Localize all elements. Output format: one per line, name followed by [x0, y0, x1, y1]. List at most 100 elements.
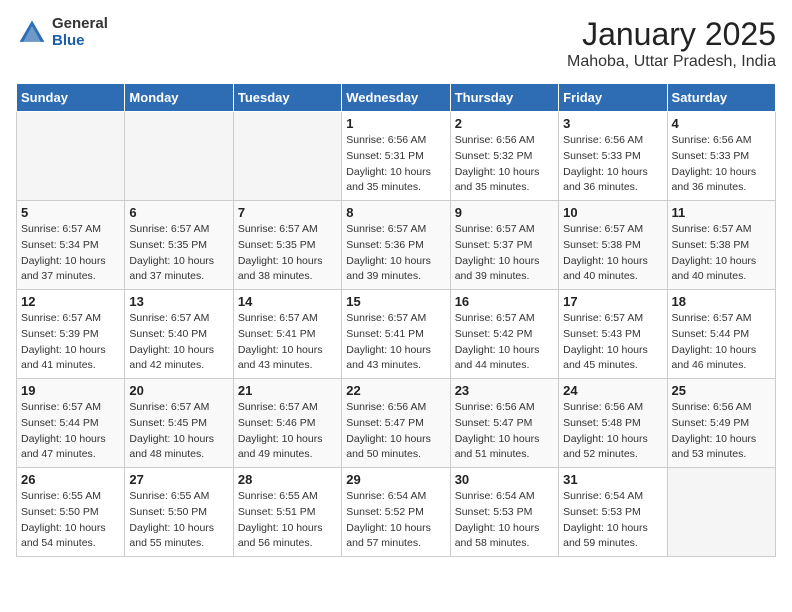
day-number: 12 — [21, 294, 120, 309]
calendar-cell: 9Sunrise: 6:57 AMSunset: 5:37 PMDaylight… — [450, 201, 558, 290]
location-title: Mahoba, Uttar Pradesh, India — [567, 53, 776, 71]
calendar-cell — [667, 468, 775, 557]
day-info: Sunrise: 6:57 AMSunset: 5:34 PMDaylight:… — [21, 222, 120, 285]
day-number: 28 — [238, 472, 337, 487]
day-number: 19 — [21, 383, 120, 398]
calendar-cell: 27Sunrise: 6:55 AMSunset: 5:50 PMDayligh… — [125, 468, 233, 557]
calendar-week-row: 26 Sunrise: 6:55 AMSunset: 5:50 PMDayligh… — [17, 468, 776, 557]
calendar-week-row: 12 Sunrise: 6:57 AMSunset: 5:39 PMDayligh… — [17, 290, 776, 379]
day-info: Sunrise: 6:54 AMSunset: 5:53 PMDaylight:… — [563, 489, 662, 552]
day-number: 2 — [455, 116, 554, 131]
day-info: Sunrise: 6:54 AMSunset: 5:52 PMDaylight:… — [346, 489, 445, 552]
calendar-cell: 15 Sunrise: 6:57 AMSunset: 5:41 PMDayligh… — [342, 290, 450, 379]
month-title: January 2025 — [567, 16, 776, 53]
day-info: Sunrise: 6:57 AMSunset: 5:41 PMDaylight:… — [346, 311, 445, 374]
calendar-cell: 8 Sunrise: 6:57 AMSunset: 5:36 PMDaylight… — [342, 201, 450, 290]
calendar-cell: 31Sunrise: 6:54 AMSunset: 5:53 PMDayligh… — [559, 468, 667, 557]
day-info: Sunrise: 6:55 AMSunset: 5:50 PMDaylight:… — [21, 489, 120, 552]
calendar-cell: 10 Sunrise: 6:57 AMSunset: 5:38 PMDayligh… — [559, 201, 667, 290]
day-info: Sunrise: 6:55 AMSunset: 5:51 PMDaylight:… — [238, 489, 337, 552]
calendar-cell: 12 Sunrise: 6:57 AMSunset: 5:39 PMDayligh… — [17, 290, 125, 379]
day-number: 26 — [21, 472, 120, 487]
calendar-week-row: 5 Sunrise: 6:57 AMSunset: 5:34 PMDaylight… — [17, 201, 776, 290]
weekday-row: SundayMondayTuesdayWednesdayThursdayFrid… — [17, 84, 776, 112]
day-number: 22 — [346, 383, 445, 398]
title-block: January 2025 Mahoba, Uttar Pradesh, Indi… — [567, 16, 776, 71]
calendar-cell: 19 Sunrise: 6:57 AMSunset: 5:44 PMDayligh… — [17, 379, 125, 468]
weekday-header: Sunday — [17, 84, 125, 112]
day-info: Sunrise: 6:55 AMSunset: 5:50 PMDaylight:… — [129, 489, 228, 552]
day-number: 24 — [563, 383, 662, 398]
day-number: 21 — [238, 383, 337, 398]
day-info: Sunrise: 6:56 AMSunset: 5:33 PMDaylight:… — [672, 133, 771, 196]
day-info: Sunrise: 6:54 AMSunset: 5:53 PMDaylight:… — [455, 489, 554, 552]
day-info: Sunrise: 6:56 AMSunset: 5:47 PMDaylight:… — [346, 400, 445, 463]
day-info: Sunrise: 6:56 AMSunset: 5:31 PMDaylight:… — [346, 133, 445, 196]
calendar-cell: 22 Sunrise: 6:56 AMSunset: 5:47 PMDayligh… — [342, 379, 450, 468]
day-info: Sunrise: 6:57 AMSunset: 5:41 PMDaylight:… — [238, 311, 337, 374]
weekday-header: Wednesday — [342, 84, 450, 112]
day-info: Sunrise: 6:57 AMSunset: 5:36 PMDaylight:… — [346, 222, 445, 285]
day-number: 17 — [563, 294, 662, 309]
day-info: Sunrise: 6:56 AMSunset: 5:47 PMDaylight:… — [455, 400, 554, 463]
day-number: 10 — [563, 205, 662, 220]
day-info: Sunrise: 6:56 AMSunset: 5:32 PMDaylight:… — [455, 133, 554, 196]
calendar-cell — [233, 112, 341, 201]
calendar-cell — [125, 112, 233, 201]
calendar-cell: 2 Sunrise: 6:56 AMSunset: 5:32 PMDaylight… — [450, 112, 558, 201]
day-info: Sunrise: 6:56 AMSunset: 5:33 PMDaylight:… — [563, 133, 662, 196]
day-number: 15 — [346, 294, 445, 309]
logo: General Blue — [16, 16, 108, 49]
calendar-cell: 5 Sunrise: 6:57 AMSunset: 5:34 PMDaylight… — [17, 201, 125, 290]
calendar-table: SundayMondayTuesdayWednesdayThursdayFrid… — [16, 83, 776, 557]
weekday-header: Tuesday — [233, 84, 341, 112]
calendar-cell: 6Sunrise: 6:57 AMSunset: 5:35 PMDaylight… — [125, 201, 233, 290]
day-number: 8 — [346, 205, 445, 220]
calendar-cell — [17, 112, 125, 201]
calendar-cell: 17 Sunrise: 6:57 AMSunset: 5:43 PMDayligh… — [559, 290, 667, 379]
day-info: Sunrise: 6:57 AMSunset: 5:46 PMDaylight:… — [238, 400, 337, 463]
day-info: Sunrise: 6:57 AMSunset: 5:38 PMDaylight:… — [563, 222, 662, 285]
calendar-week-row: 1 Sunrise: 6:56 AMSunset: 5:31 PMDaylight… — [17, 112, 776, 201]
calendar-cell: 23Sunrise: 6:56 AMSunset: 5:47 PMDayligh… — [450, 379, 558, 468]
day-info: Sunrise: 6:57 AMSunset: 5:40 PMDaylight:… — [129, 311, 228, 374]
calendar-cell: 16Sunrise: 6:57 AMSunset: 5:42 PMDayligh… — [450, 290, 558, 379]
day-info: Sunrise: 6:57 AMSunset: 5:37 PMDaylight:… — [455, 222, 554, 285]
calendar-cell: 20Sunrise: 6:57 AMSunset: 5:45 PMDayligh… — [125, 379, 233, 468]
logo-icon — [16, 17, 48, 49]
calendar-cell: 21 Sunrise: 6:57 AMSunset: 5:46 PMDayligh… — [233, 379, 341, 468]
calendar-cell: 28 Sunrise: 6:55 AMSunset: 5:51 PMDayligh… — [233, 468, 341, 557]
calendar-cell: 26 Sunrise: 6:55 AMSunset: 5:50 PMDayligh… — [17, 468, 125, 557]
day-number: 1 — [346, 116, 445, 131]
weekday-header: Saturday — [667, 84, 775, 112]
weekday-header: Thursday — [450, 84, 558, 112]
calendar-cell: 3Sunrise: 6:56 AMSunset: 5:33 PMDaylight… — [559, 112, 667, 201]
calendar-week-row: 19 Sunrise: 6:57 AMSunset: 5:44 PMDayligh… — [17, 379, 776, 468]
day-info: Sunrise: 6:57 AMSunset: 5:39 PMDaylight:… — [21, 311, 120, 374]
calendar-cell: 25Sunrise: 6:56 AMSunset: 5:49 PMDayligh… — [667, 379, 775, 468]
day-info: Sunrise: 6:57 AMSunset: 5:44 PMDaylight:… — [21, 400, 120, 463]
calendar-cell: 18Sunrise: 6:57 AMSunset: 5:44 PMDayligh… — [667, 290, 775, 379]
day-info: Sunrise: 6:56 AMSunset: 5:49 PMDaylight:… — [672, 400, 771, 463]
weekday-header: Friday — [559, 84, 667, 112]
logo-general: General — [52, 16, 108, 33]
calendar-cell: 13 Sunrise: 6:57 AMSunset: 5:40 PMDayligh… — [125, 290, 233, 379]
day-info: Sunrise: 6:57 AMSunset: 5:38 PMDaylight:… — [672, 222, 771, 285]
calendar-cell: 4Sunrise: 6:56 AMSunset: 5:33 PMDaylight… — [667, 112, 775, 201]
day-number: 30 — [455, 472, 554, 487]
calendar-cell: 1 Sunrise: 6:56 AMSunset: 5:31 PMDaylight… — [342, 112, 450, 201]
calendar-cell: 29 Sunrise: 6:54 AMSunset: 5:52 PMDayligh… — [342, 468, 450, 557]
day-info: Sunrise: 6:57 AMSunset: 5:43 PMDaylight:… — [563, 311, 662, 374]
day-number: 5 — [21, 205, 120, 220]
calendar-cell: 30 Sunrise: 6:54 AMSunset: 5:53 PMDayligh… — [450, 468, 558, 557]
day-info: Sunrise: 6:57 AMSunset: 5:44 PMDaylight:… — [672, 311, 771, 374]
day-info: Sunrise: 6:57 AMSunset: 5:35 PMDaylight:… — [238, 222, 337, 285]
calendar-body: 1 Sunrise: 6:56 AMSunset: 5:31 PMDaylight… — [17, 112, 776, 557]
day-info: Sunrise: 6:57 AMSunset: 5:45 PMDaylight:… — [129, 400, 228, 463]
calendar-cell: 7Sunrise: 6:57 AMSunset: 5:35 PMDaylight… — [233, 201, 341, 290]
day-number: 6 — [129, 205, 228, 220]
day-number: 29 — [346, 472, 445, 487]
calendar-cell: 14Sunrise: 6:57 AMSunset: 5:41 PMDayligh… — [233, 290, 341, 379]
calendar-header: SundayMondayTuesdayWednesdayThursdayFrid… — [17, 84, 776, 112]
day-number: 13 — [129, 294, 228, 309]
